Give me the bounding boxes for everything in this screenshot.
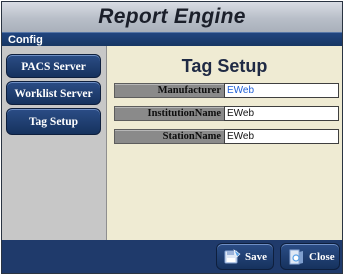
manufacturer-label: Manufacturer [114,83,226,98]
section-bar: Config [2,32,342,47]
save-icon [224,249,241,264]
station-name-label: StationName [114,129,226,144]
manufacturer-field[interactable] [224,83,339,98]
institution-name-label: InstitutionName [114,106,226,121]
close-button[interactable]: Close [280,243,340,270]
close-button-label: Close [309,251,335,263]
report-engine-window: Report Engine Config PACS Server Worklis… [1,1,343,274]
sidebar-item-worklist-server[interactable]: Worklist Server [6,81,101,105]
title-bar: Report Engine [2,2,342,32]
close-icon [289,249,303,265]
save-button-label: Save [245,251,267,263]
institution-name-field[interactable] [224,106,339,121]
page-title: Tag Setup [181,56,268,76]
station-name-field[interactable] [224,129,339,144]
tag-setup-panel: Tag Setup Manufacturer InstitutionName S… [107,46,342,240]
save-button[interactable]: Save [216,243,274,270]
sidebar-item-pacs-server[interactable]: PACS Server [6,54,101,78]
bottom-toolbar: Save Close [2,240,342,273]
section-title: Config [8,34,43,46]
sidebar: PACS Server Worklist Server Tag Setup [2,46,107,240]
sidebar-item-tag-setup[interactable]: Tag Setup [6,108,101,135]
app-title: Report Engine [98,5,246,28]
